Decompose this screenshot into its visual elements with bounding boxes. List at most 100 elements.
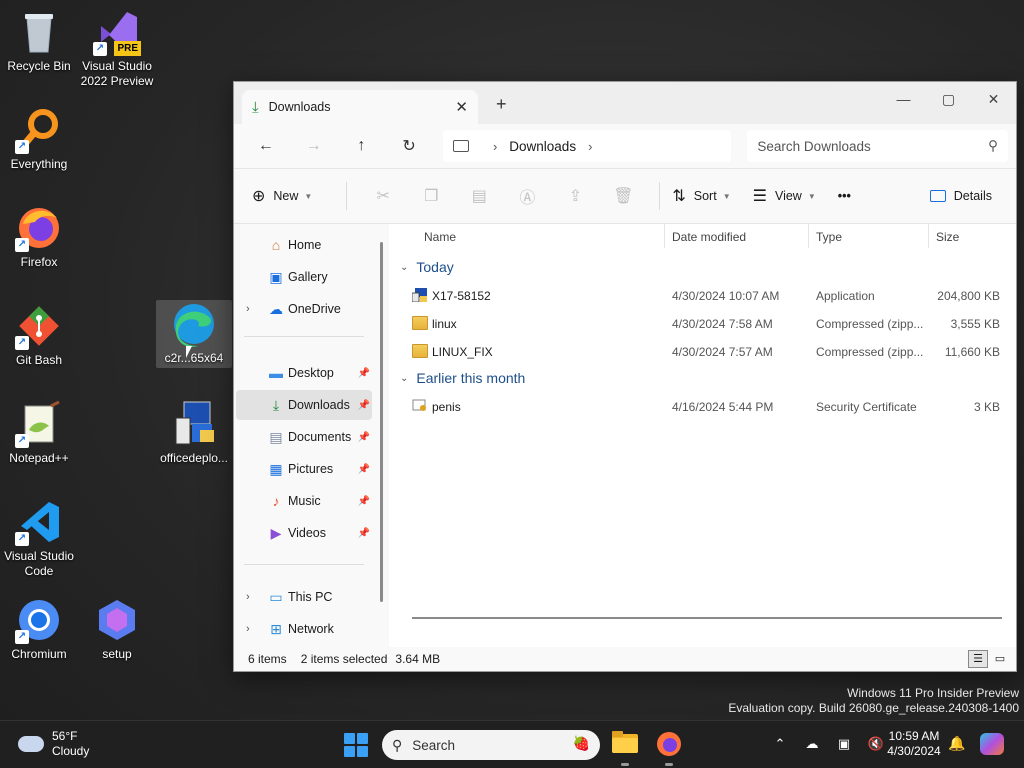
chevron-down-icon: ▼ xyxy=(722,191,731,201)
title-bar[interactable]: ⤓ Downloads ✕ + — ▢ ✕ xyxy=(234,82,1016,124)
desktop-icon-setup[interactable]: setup xyxy=(79,596,155,662)
expand-chevron-icon[interactable]: › xyxy=(246,591,250,603)
delete-icon[interactable]: 🗑 xyxy=(599,186,647,206)
share-icon[interactable]: ⇪ xyxy=(551,186,599,206)
details-pane-button[interactable]: Details xyxy=(929,189,992,203)
view-button[interactable]: ☰ View ▼ xyxy=(753,186,816,206)
onedrive-offline-icon[interactable]: ☁ xyxy=(796,736,828,752)
group-header-earlier-this-month[interactable]: ⌄ Earlier this month xyxy=(400,370,525,386)
nav-item-documents[interactable]: ▤ Documents 📌 xyxy=(236,422,372,452)
weather-widget[interactable]: 56°F Cloudy xyxy=(18,729,89,759)
shortcut-arrow-icon: ↗ xyxy=(15,434,29,448)
file-row[interactable]: X17-58152 4/30/2024 10:07 AM Application… xyxy=(392,283,1008,309)
shortcut-arrow-icon: ↗ xyxy=(15,238,29,252)
nav-item-gallery[interactable]: ▣ Gallery xyxy=(236,262,372,292)
chevron-right-icon[interactable]: › xyxy=(588,139,592,154)
group-header-today[interactable]: ⌄ Today xyxy=(400,259,454,275)
more-options-button[interactable]: ••• xyxy=(838,189,851,203)
breadcrumb-downloads[interactable]: Downloads xyxy=(509,139,576,154)
divider xyxy=(659,182,661,210)
desktop-icon-recycle-bin[interactable]: Recycle Bin xyxy=(1,8,77,74)
new-tab-button[interactable]: + xyxy=(496,94,507,115)
desktop-icon-edge-installer[interactable]: c2r...65x64 xyxy=(156,300,232,368)
pin-icon[interactable]: 📌 xyxy=(358,496,370,507)
desktop-icon-everything[interactable]: ↗ Everything xyxy=(1,106,77,172)
file-explorer-window[interactable]: ⤓ Downloads ✕ + — ▢ ✕ ← → ↑ ↻ › Download… xyxy=(233,81,1017,672)
notification-bell-icon[interactable]: 🔔 xyxy=(948,735,965,752)
details-view-icon[interactable]: ☰ xyxy=(968,650,988,668)
pin-icon[interactable]: 📌 xyxy=(358,400,370,411)
content-area: ⌂ Home ▣ Gallery › ☁ OneDrive ▬ Desktop … xyxy=(234,224,1016,647)
nav-item-onedrive[interactable]: › ☁ OneDrive xyxy=(236,294,372,324)
download-icon: ⤓ xyxy=(252,98,259,116)
nav-scrollbar[interactable] xyxy=(380,242,383,602)
desktop-icon-chromium[interactable]: ↗ Chromium xyxy=(1,596,77,662)
clock[interactable]: 10:59 AM 4/30/2024 xyxy=(880,729,948,759)
up-button[interactable]: ↑ xyxy=(337,137,385,155)
tiles-view-icon[interactable]: ▭ xyxy=(990,650,1010,668)
column-header-name[interactable]: Name xyxy=(424,230,456,244)
search-icon[interactable]: ⚲ xyxy=(988,138,998,154)
nav-item-desktop[interactable]: ▬ Desktop 📌 xyxy=(236,358,372,388)
column-divider[interactable] xyxy=(664,224,665,248)
nav-item-videos[interactable]: ▶ Videos 📌 xyxy=(236,518,372,548)
desktop-icon-office-deployment[interactable]: officedeplo... xyxy=(156,400,232,466)
nav-item-pictures[interactable]: ▦ Pictures 📌 xyxy=(236,454,372,484)
gallery-icon: ▣ xyxy=(269,268,283,285)
minimize-button[interactable]: — xyxy=(881,86,926,112)
expand-chevron-icon[interactable]: › xyxy=(246,623,250,635)
file-row[interactable]: LINUX_FIX 4/30/2024 7:57 AM Compressed (… xyxy=(392,339,1008,365)
desktop-icon-vscode[interactable]: ↗ Visual Studio Code xyxy=(1,498,77,579)
nav-item-home[interactable]: ⌂ Home xyxy=(236,230,372,260)
nav-item-this-pc[interactable]: › ▭ This PC xyxy=(236,582,372,612)
zip-folder-icon xyxy=(412,316,428,330)
forward-button[interactable]: → xyxy=(290,137,338,155)
desktop-icon-visual-studio-preview[interactable]: PRE ↗ Visual Studio 2022 Preview xyxy=(79,8,155,89)
clock-time: 10:59 AM xyxy=(888,729,940,743)
tab-downloads[interactable]: ⤓ Downloads ✕ xyxy=(242,90,478,124)
start-button[interactable] xyxy=(344,733,368,757)
nav-item-music[interactable]: ♪ Music 📌 xyxy=(236,486,372,516)
desktop-icon-notepad-plus-plus[interactable]: ↗ Notepad++ xyxy=(1,400,77,466)
maximize-button[interactable]: ▢ xyxy=(926,86,971,112)
file-row[interactable]: penis 4/16/2024 5:44 PM Security Certifi… xyxy=(392,394,1008,420)
desktop-icon-firefox[interactable]: ↗ Firefox xyxy=(1,204,77,270)
new-button[interactable]: ⊕ New ▼ xyxy=(252,186,312,206)
back-button[interactable]: ← xyxy=(242,137,290,155)
refresh-button[interactable]: ↻ xyxy=(385,136,433,156)
pin-icon[interactable]: 📌 xyxy=(358,464,370,475)
file-row[interactable]: linux 4/30/2024 7:58 AM Compressed (zipp… xyxy=(392,311,1008,337)
pin-icon[interactable]: 📌 xyxy=(358,432,370,443)
cut-icon[interactable]: ✂ xyxy=(359,186,407,206)
taskbar-search-input[interactable]: Search xyxy=(412,738,455,753)
close-window-button[interactable]: ✕ xyxy=(971,86,1016,112)
column-header-size[interactable]: Size xyxy=(936,230,959,244)
network-icon[interactable]: ▣ xyxy=(828,736,860,752)
rename-icon[interactable]: Ⓐ xyxy=(503,184,551,208)
close-tab-icon[interactable]: ✕ xyxy=(455,98,468,116)
nav-item-downloads[interactable]: ⤓ Downloads 📌 xyxy=(236,390,372,420)
horizontal-scrollbar[interactable] xyxy=(412,617,1002,619)
search-input[interactable]: Search Downloads xyxy=(757,139,988,154)
nav-item-network[interactable]: › ⊞ Network xyxy=(236,614,372,644)
expand-chevron-icon[interactable]: › xyxy=(246,303,250,315)
taskbar-firefox[interactable] xyxy=(656,731,682,766)
copilot-icon[interactable] xyxy=(980,733,1004,755)
desktop-icon-git-bash[interactable]: ↗ Git Bash xyxy=(1,302,77,368)
show-hidden-icons-chevron[interactable]: ⌃ xyxy=(764,736,796,752)
nav-item-label: Home xyxy=(288,238,322,252)
paste-icon[interactable]: ▤ xyxy=(455,186,503,206)
search-box[interactable]: Search Downloads ⚲ xyxy=(747,130,1009,162)
taskbar-file-explorer[interactable] xyxy=(612,731,638,766)
sort-button[interactable]: ⇅ Sort ▼ xyxy=(672,186,730,206)
taskbar-search[interactable]: ⚲ Search 🍓 xyxy=(382,730,600,760)
pin-icon[interactable]: 📌 xyxy=(358,368,370,379)
column-divider[interactable] xyxy=(808,224,809,248)
pin-icon[interactable]: 📌 xyxy=(358,528,370,539)
column-divider[interactable] xyxy=(928,224,929,248)
address-bar[interactable]: › Downloads › xyxy=(442,130,732,162)
copy-icon[interactable]: ❐ xyxy=(407,186,455,206)
chevron-right-icon[interactable]: › xyxy=(493,139,497,154)
column-header-date[interactable]: Date modified xyxy=(672,230,746,244)
column-header-type[interactable]: Type xyxy=(816,230,842,244)
